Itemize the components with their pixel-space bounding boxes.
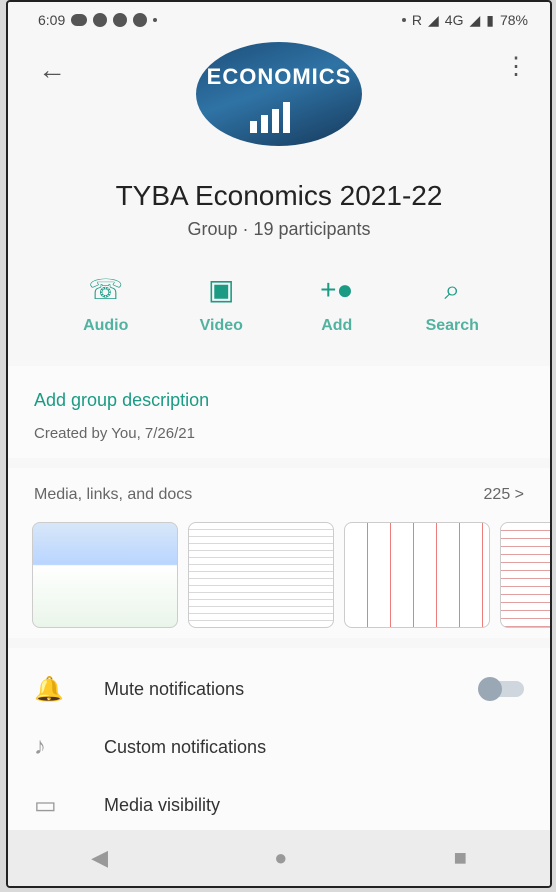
- group-subtitle: Group · 19 participants: [187, 219, 371, 239]
- status-dot: [401, 18, 406, 22]
- group-header: ← ⋮ ECONOMICS TYBA Economics 2021-22 Gro…: [8, 38, 550, 248]
- audio-call-button[interactable]: ☏ Audio: [56, 272, 156, 335]
- add-label: Add: [321, 317, 353, 334]
- description-section: Add group description Created by You, 7/…: [8, 366, 550, 458]
- phone-screen: 6:09 R ◢ 4G ◢ ▮ 78% ← ⋮ ECONOMICS TYBA E…: [6, 0, 552, 888]
- add-person-icon: +●: [320, 274, 354, 305]
- signal-icon: ◢: [428, 11, 439, 28]
- back-arrow-icon[interactable]: ←: [38, 54, 66, 86]
- battery-level: 78%: [499, 12, 528, 28]
- battery-icon: ▮: [486, 11, 494, 28]
- settings-section: 🔔 Mute notifications ♪ Custom notificati…: [8, 648, 550, 852]
- search-button[interactable]: ⌕ Search: [402, 272, 502, 335]
- status-right: R ◢ 4G ◢ ▮ 78%: [401, 11, 528, 29]
- navigation-bar: ◀ ● ■: [8, 830, 550, 886]
- message-icon: [71, 14, 88, 26]
- custom-notifications-label: Custom notifications: [104, 736, 267, 757]
- status-left: 6:09: [38, 12, 158, 28]
- custom-notifications-row[interactable]: ♪ Custom notifications: [8, 718, 550, 776]
- created-by-text: Created by You, 7/26/21: [34, 425, 195, 442]
- search-icon: ⌕: [444, 274, 461, 305]
- media-thumbnail[interactable]: [500, 522, 550, 628]
- status-time: 6:09: [38, 12, 66, 28]
- notification-dot: [153, 18, 158, 22]
- video-call-button[interactable]: ▣ Video: [171, 272, 271, 335]
- media-title: Media, links, and docs: [34, 486, 193, 503]
- search-label: Search: [425, 317, 479, 334]
- notification-icon: [113, 13, 128, 27]
- avatar-text: ECONOMICS: [206, 64, 352, 89]
- video-label: Video: [199, 317, 243, 334]
- home-circle-icon[interactable]: ●: [274, 845, 287, 871]
- chart-bars-icon: [250, 102, 290, 133]
- mute-notifications-row[interactable]: 🔔 Mute notifications: [8, 660, 550, 718]
- bell-icon: 🔔: [34, 675, 64, 703]
- add-participant-button[interactable]: +● Add: [287, 272, 387, 335]
- signal-icon: ◢: [469, 11, 481, 28]
- media-visibility-label: Media visibility: [104, 794, 221, 815]
- signal-label: 4G: [444, 12, 464, 28]
- group-avatar[interactable]: ECONOMICS: [196, 42, 362, 146]
- overview-square-icon[interactable]: ■: [454, 845, 467, 871]
- image-icon: ▭: [34, 791, 57, 819]
- group-title: TYBA Economics 2021-22: [115, 180, 443, 211]
- action-row: ☏ Audio ▣ Video +● Add ⌕ Search: [8, 248, 550, 356]
- back-triangle-icon[interactable]: ◀: [91, 845, 108, 871]
- add-description-link[interactable]: Add group description: [34, 390, 524, 411]
- audio-label: Audio: [83, 317, 129, 334]
- network-label: R: [411, 12, 422, 28]
- mute-toggle[interactable]: [478, 677, 524, 701]
- media-visibility-row[interactable]: ▭ Media visibility: [8, 776, 550, 834]
- notification-icon: [133, 13, 148, 27]
- notification-icon: [93, 13, 108, 27]
- description-box: Add group description Created by You, 7/…: [8, 366, 550, 458]
- status-bar: 6:09 R ◢ 4G ◢ ▮ 78%: [8, 2, 550, 38]
- media-thumbnails: ›: [8, 504, 550, 638]
- more-icon[interactable]: ⋮: [504, 52, 528, 81]
- video-icon: ▣: [208, 274, 235, 305]
- media-section: Media, links, and docs 225 > ›: [8, 468, 550, 638]
- media-thumbnail[interactable]: [344, 522, 490, 628]
- mute-label: Mute notifications: [104, 678, 245, 699]
- media-thumbnail[interactable]: [32, 522, 178, 628]
- music-note-icon: ♪: [34, 733, 46, 760]
- media-thumbnail[interactable]: ›: [188, 522, 334, 628]
- phone-icon: ☏: [88, 274, 124, 305]
- media-count-link[interactable]: 225 >: [484, 486, 524, 504]
- media-header: Media, links, and docs 225 >: [8, 468, 550, 504]
